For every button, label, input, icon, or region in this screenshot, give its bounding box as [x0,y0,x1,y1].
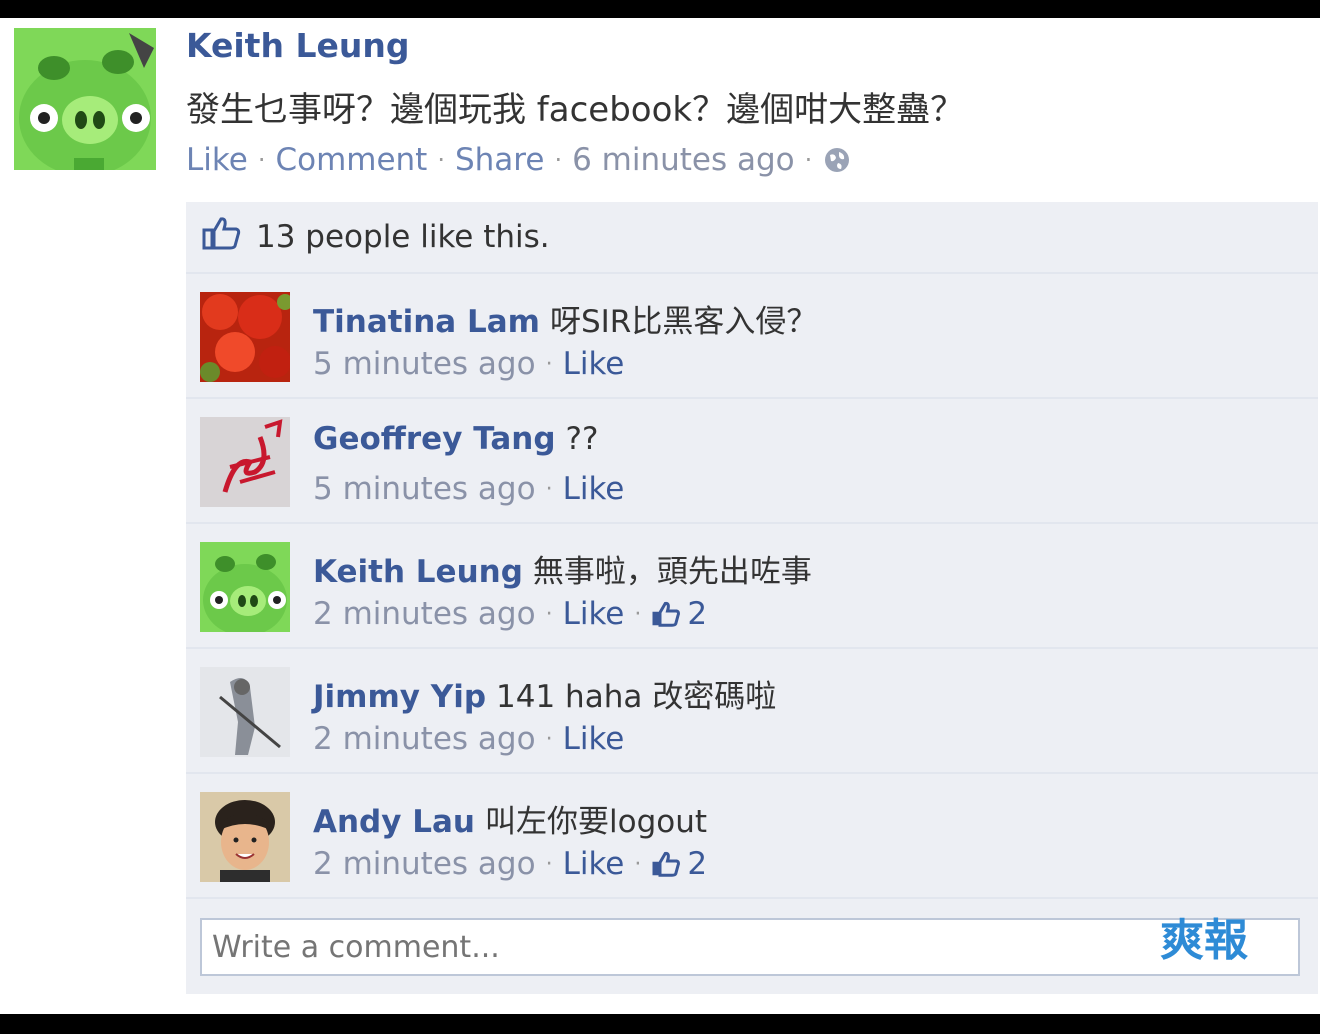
separator: · [437,146,445,174]
thumbs-up-icon [202,216,242,258]
comment-like-count[interactable]: 2 [651,596,707,632]
commenter-avatar[interactable] [200,417,290,507]
likes-count-text[interactable]: 13 people like this. [256,219,550,255]
comment-meta: 2 minutes ago · Like · 2 [313,596,707,632]
globe-icon[interactable] [822,145,852,175]
comment-meta: 5 minutes ago · Like [313,471,624,507]
comment-timestamp[interactable]: 5 minutes ago [313,471,536,507]
separator: · [545,851,553,877]
comment-like-link[interactable]: Like [563,471,625,507]
comment-body: Keith Leung 無事啦，頭先出咗事 [313,546,812,591]
commenter-avatar[interactable] [200,542,290,632]
poster-avatar[interactable] [14,28,156,170]
comment-like-link[interactable]: Like [563,596,625,632]
post-actions: Like · Comment · Share · 6 minutes ago · [186,142,852,178]
comment-like-link[interactable]: Like [563,346,625,382]
commenter-name[interactable]: Keith Leung [313,554,523,590]
post-text: 發生乜事呀？邊個玩我 facebook？邊個咁大整蠱？ [186,90,965,130]
watermark-logo: 爽報 [1160,915,1248,966]
comment-item: Geoffrey Tang?? 5 minutes ago · Like [186,399,1318,524]
post-author-name[interactable]: Keith Leung [186,26,409,65]
post-timestamp[interactable]: 6 minutes ago [572,142,795,178]
write-comment-input[interactable] [200,918,1300,976]
comment-text: ?? [565,421,599,457]
comment-like-link[interactable]: Like [563,721,625,757]
likes-summary: 13 people like this. [186,202,1318,274]
commenter-avatar[interactable] [200,292,290,382]
comment-like-count[interactable]: 2 [651,846,707,882]
commenter-avatar[interactable] [200,667,290,757]
post-comment-link[interactable]: Comment [275,142,427,178]
separator: · [257,146,266,174]
comment-item: Tinatina Lam 呀SIR比黑客入侵？ 5 minutes ago · L… [186,274,1318,399]
comment-timestamp[interactable]: 2 minutes ago [313,721,536,757]
comment-body: Andy Lau 叫左你要logout [313,796,707,841]
separator: · [545,476,553,502]
thumbs-up-icon [652,601,681,627]
comment-item: Jimmy Yip 141 haha 改密碼啦 2 minutes ago · L… [186,649,1318,774]
comment-thread: 13 people like this. Tinatina Lam 呀SIR比黑客… [186,202,1318,994]
separator: · [804,146,813,174]
separator: · [634,601,642,627]
comment-timestamp[interactable]: 5 minutes ago [313,346,536,382]
comment-text: 叫左你要logout [485,804,708,840]
comment-body: Geoffrey Tang?? [313,421,598,457]
comment-meta: 5 minutes ago · Like [313,346,624,382]
separator: · [545,726,553,752]
comment-text: 141 haha 改密碼啦 [496,679,777,715]
commenter-name[interactable]: Andy Lau [313,804,475,840]
commenter-name[interactable]: Tinatina Lam [313,304,540,340]
like-count-number: 2 [687,846,708,882]
comment-body: Tinatina Lam 呀SIR比黑客入侵？ [313,296,817,341]
post-share-link[interactable]: Share [455,142,544,178]
separator: · [545,601,553,627]
separator: · [545,351,553,377]
comment-item: Keith Leung 無事啦，頭先出咗事 2 minutes ago · Lik… [186,524,1318,649]
comment-body: Jimmy Yip 141 haha 改密碼啦 [313,671,776,716]
comment-item: Andy Lau 叫左你要logout 2 minutes ago · Like … [186,774,1318,899]
separator: · [634,851,642,877]
commenter-avatar[interactable] [200,792,290,882]
comment-text: 無事啦，頭先出咗事 [532,554,812,590]
comment-text: 呀SIR比黑客入侵？ [549,304,818,340]
comment-timestamp[interactable]: 2 minutes ago [313,596,536,632]
comment-like-link[interactable]: Like [563,846,625,882]
commenter-name[interactable]: Geoffrey Tang [313,421,556,457]
post-like-link[interactable]: Like [186,142,248,178]
comment-meta: 2 minutes ago · Like [313,721,624,757]
like-count-number: 2 [687,596,708,632]
comment-timestamp[interactable]: 2 minutes ago [313,846,536,882]
thumbs-up-icon [652,851,681,877]
commenter-name[interactable]: Jimmy Yip [313,679,486,715]
separator: · [554,146,563,174]
facebook-post-page: Keith Leung 發生乜事呀？邊個玩我 facebook？邊個咁大整蠱？ … [0,18,1320,1014]
comment-meta: 2 minutes ago · Like · 2 [313,846,707,882]
